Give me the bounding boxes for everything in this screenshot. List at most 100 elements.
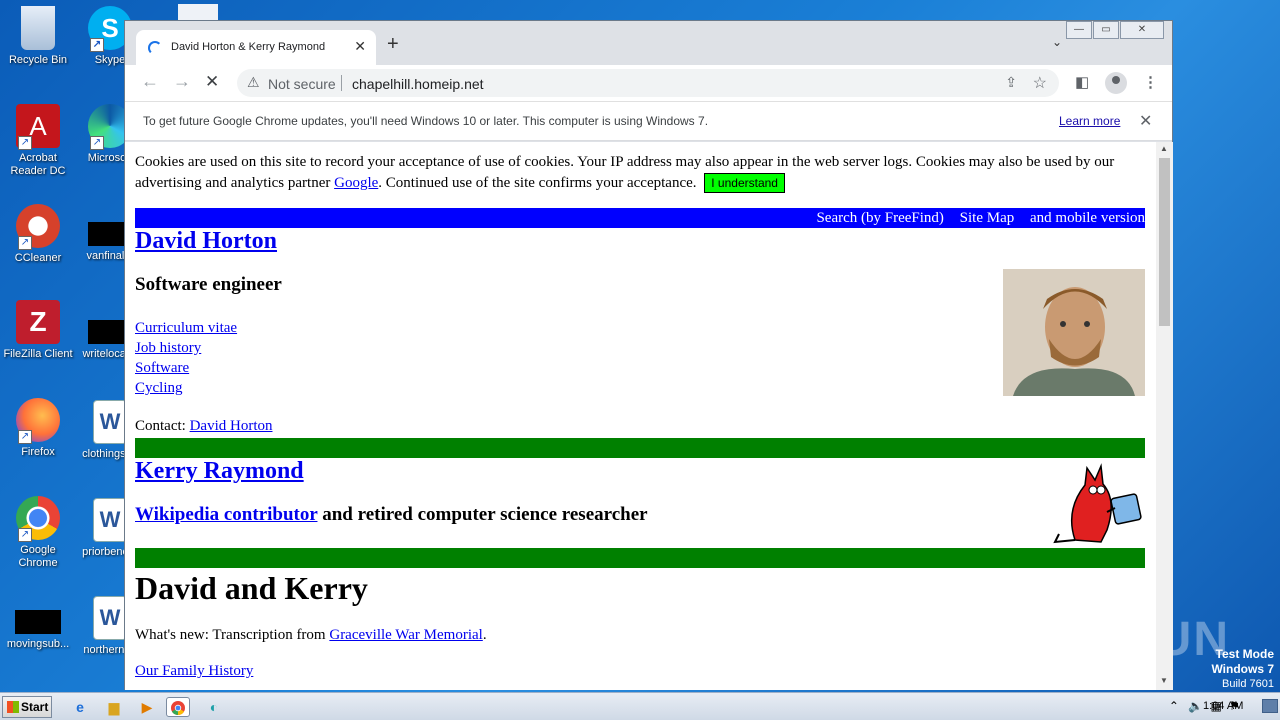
i-understand-button[interactable]: I understand [704, 173, 785, 193]
google-link[interactable]: Google [334, 175, 378, 191]
desktop-icon-acrobat[interactable]: A ↗ Acrobat Reader DC [0, 104, 76, 178]
software-link[interactable]: Software [135, 358, 237, 378]
back-arrow-icon[interactable]: ← [141, 71, 159, 92]
david-links: Curriculum vitae Job history Software Cy… [135, 318, 237, 398]
mobile-version-link[interactable]: and mobile version [1030, 210, 1145, 226]
chrome-window: David Horton & Kerry Raymond ✕ + ⌄ — ▭ ✕… [124, 20, 1173, 690]
show-desktop-button[interactable] [1262, 699, 1278, 713]
share-icon[interactable]: ⇪ [1005, 74, 1017, 91]
volume-icon[interactable]: 🔈 [1188, 699, 1203, 713]
divider [341, 75, 342, 91]
side-panel-icon[interactable]: ◧ [1075, 73, 1089, 91]
learn-more-link[interactable]: Learn more [1059, 114, 1120, 128]
desktop-icon-label: Recycle Bin [8, 54, 68, 66]
kerry-raymond-heading[interactable]: Kerry Raymond [135, 458, 304, 485]
cycling-link[interactable]: Cycling [135, 378, 237, 398]
shortcut-arrow-icon: ↗ [18, 430, 32, 444]
site-map-link[interactable]: Site Map [960, 210, 1015, 226]
loading-spinner-icon [148, 41, 162, 55]
file-explorer-icon[interactable]: ▆ [102, 697, 126, 717]
profile-avatar-icon[interactable] [1105, 72, 1127, 94]
desktop-icon-movingsub[interactable]: movingsub... [0, 610, 76, 651]
desktop-icon-label: Google Chrome [18, 544, 58, 569]
desktop-icon-label: CCleaner [14, 252, 62, 264]
windows-version-line: Windows 7 [1211, 662, 1274, 676]
windows-logo-icon [7, 701, 19, 713]
shortcut-arrow-icon: ↗ [90, 38, 104, 52]
update-infobar: To get future Google Chrome updates, you… [125, 101, 1172, 141]
david-horton-heading[interactable]: David Horton [135, 228, 277, 255]
taskbar: Start e ▆ ▶ ◐ ⌃ 🔈 ▦ ⚑ 1:04 AM [0, 692, 1280, 720]
tray-expand-icon[interactable]: ⌃ [1169, 699, 1179, 713]
whats-new-end: . [482, 627, 487, 643]
taskbar-edge-icon[interactable]: ◐ [202, 697, 226, 717]
whats-new-line: What's new: Transcription from Gracevill… [135, 627, 487, 644]
address-bar[interactable]: ⚠ Not secure chapelhill.homeip.net ⇪ ☆ [237, 69, 1059, 97]
clock[interactable]: 1:04 AM [1203, 700, 1243, 712]
shortcut-arrow-icon: ↗ [18, 236, 32, 250]
cv-link[interactable]: Curriculum vitae [135, 318, 237, 338]
cookie-text-end: . Continued use of the site confirms you… [378, 175, 701, 191]
taskbar-chrome-icon[interactable] [166, 697, 190, 717]
chrome-icon: ↗ [16, 496, 60, 542]
acrobat-icon: A ↗ [16, 104, 60, 150]
url-text[interactable]: chapelhill.homeip.net [352, 76, 484, 92]
search-link[interactable]: Search (by FreeFind) [816, 210, 943, 226]
start-label: Start [21, 700, 49, 714]
kerry-subtitle: Wikipedia contributor and retired comput… [135, 504, 648, 526]
scroll-down-icon[interactable]: ▼ [1160, 676, 1168, 685]
contact-label: Contact: [135, 418, 190, 434]
red-monster-cartoon [1045, 460, 1145, 546]
build-line: Build 7601 [1222, 678, 1274, 690]
restore-button[interactable]: ▭ [1093, 21, 1119, 39]
warning-icon[interactable]: ⚠ [247, 74, 260, 91]
vertical-scrollbar[interactable]: ▲ ▼ [1156, 142, 1173, 690]
david-and-kerry-heading: David and Kerry [135, 570, 368, 606]
family-history-link[interactable]: Our Family History [135, 663, 253, 680]
media-player-icon[interactable]: ▶ [135, 697, 159, 717]
bookmark-star-icon[interactable]: ☆ [1033, 73, 1047, 93]
green-divider [135, 438, 1145, 458]
minimize-button[interactable]: — [1066, 21, 1092, 39]
desktop-icon-filezilla[interactable]: Z FileZilla Client [0, 300, 76, 361]
infobar-message: To get future Google Chrome updates, you… [143, 114, 709, 128]
shortcut-arrow-icon: ↗ [18, 136, 32, 150]
david-photo [1003, 269, 1145, 396]
forward-arrow-icon[interactable]: → [173, 71, 191, 92]
shortcut-arrow-icon: ↗ [90, 136, 104, 150]
tab-active[interactable]: David Horton & Kerry Raymond ✕ [136, 30, 376, 65]
test-mode-line: Test Mode [1215, 647, 1274, 661]
desktop-icon-label: movingsub... [6, 638, 70, 650]
desktop-icon-chrome[interactable]: ↗ Google Chrome [0, 496, 76, 570]
desktop-icon-label: Firefox [21, 446, 55, 458]
infobar-close-icon[interactable]: ✕ [1139, 111, 1152, 131]
kerry-subtitle-rest: and retired computer science researcher [317, 504, 648, 525]
top-nav-bar: Search (by FreeFind) Site Map and mobile… [135, 208, 1145, 228]
file-icon [15, 610, 61, 634]
contact-david-link[interactable]: David Horton [190, 418, 273, 434]
ccleaner-icon: ↗ [16, 204, 60, 250]
close-window-button[interactable]: ✕ [1120, 21, 1164, 39]
stop-loading-icon[interactable]: ✕ [205, 72, 219, 92]
tab-close-icon[interactable]: ✕ [354, 38, 366, 55]
page-viewport: Cookies are used on this site to record … [125, 142, 1156, 690]
desktop-icon-recycle-bin[interactable]: Recycle Bin [0, 6, 76, 67]
start-button[interactable]: Start [2, 696, 52, 718]
desktop-icon-firefox[interactable]: ↗ Firefox [0, 398, 76, 459]
scroll-up-icon[interactable]: ▲ [1160, 144, 1168, 153]
desktop-icon-ccleaner[interactable]: ↗ CCleaner [0, 204, 76, 265]
scroll-thumb[interactable] [1159, 158, 1170, 326]
new-tab-button[interactable]: + [387, 33, 399, 56]
wikipedia-contributor-link[interactable]: Wikipedia contributor [135, 504, 317, 525]
tab-search-chevron-icon[interactable]: ⌄ [1052, 35, 1062, 49]
internet-explorer-icon[interactable]: e [68, 697, 92, 717]
tab-title: David Horton & Kerry Raymond [171, 41, 326, 53]
job-history-link[interactable]: Job history [135, 338, 237, 358]
graceville-link[interactable]: Graceville War Memorial [329, 627, 482, 643]
menu-kebab-icon[interactable]: ⋮ [1143, 73, 1158, 91]
security-label[interactable]: Not secure [268, 76, 336, 92]
desktop-icon-label: Skype [94, 54, 126, 66]
contact-line: Contact: David Horton [135, 418, 272, 435]
file-icon [178, 4, 218, 20]
window-controls: — ▭ ✕ [1065, 21, 1164, 39]
